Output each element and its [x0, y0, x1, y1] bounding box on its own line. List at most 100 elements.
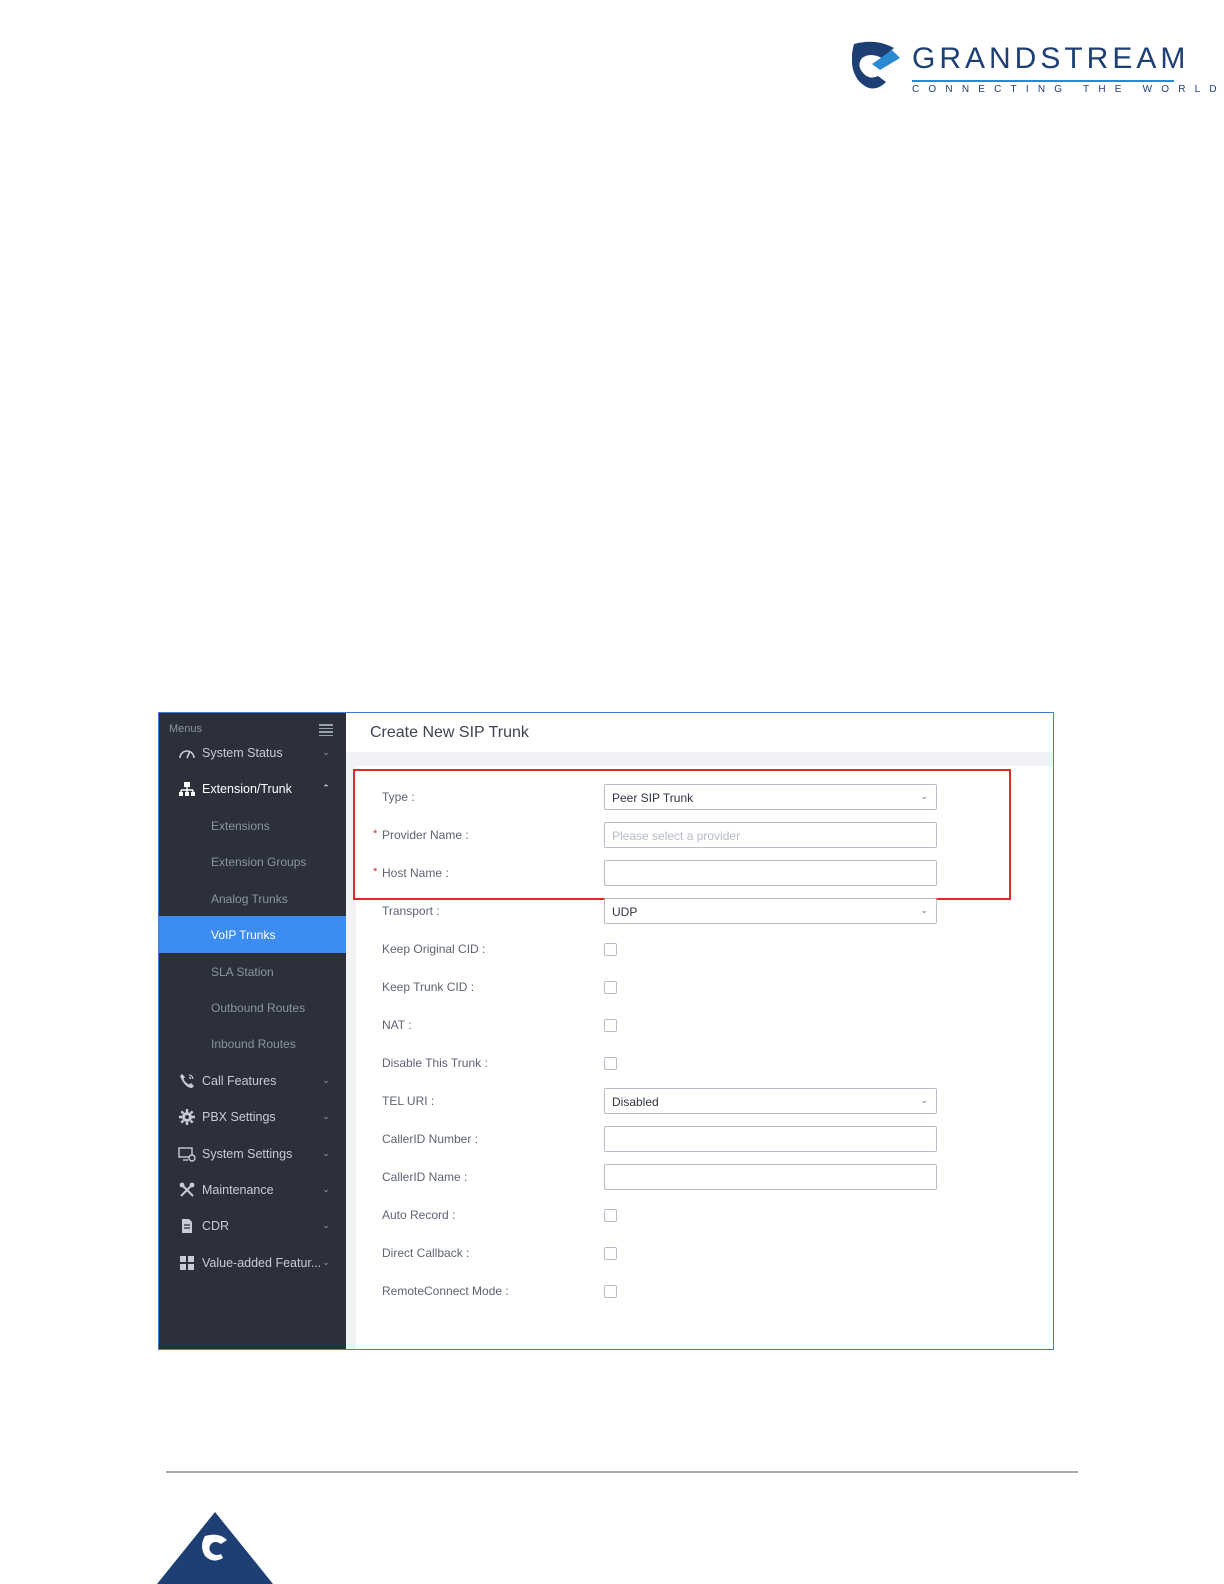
apps-icon — [178, 1254, 196, 1272]
sidebar-item-label: Maintenance — [202, 1182, 274, 1197]
sidebar-item-label: PBX Settings — [202, 1109, 276, 1124]
phone-icon — [178, 1072, 196, 1090]
callerid-name-label: CallerID Name : — [382, 1170, 468, 1184]
form-row-keep-original-cid: Keep Original CID : — [346, 934, 1053, 964]
sidebar-item-label: System Status — [202, 745, 283, 760]
tel-uri-value: Disabled — [612, 1095, 659, 1109]
direct-callback-checkbox[interactable] — [604, 1247, 617, 1260]
form-row-nat: NAT : — [346, 1010, 1053, 1040]
sidebar-item-call-features[interactable]: Call Features ⌄ — [159, 1062, 346, 1099]
sidebar-item-label: Call Features — [202, 1073, 277, 1088]
form-row-transport: Transport : UDP ⌄ — [346, 896, 1053, 926]
required-marker: * — [373, 828, 378, 840]
auto-record-label: Auto Record : — [382, 1208, 456, 1222]
sidebar-item-extension-trunk[interactable]: Extension/Trunk ⌃ — [159, 770, 346, 807]
sidebar-item-label: System Settings — [202, 1146, 293, 1161]
form-row-direct-callback: Direct Callback : — [346, 1238, 1053, 1268]
sidebar-item-system-status[interactable]: System Status ⌄ — [159, 734, 346, 771]
gear-icon — [178, 1108, 196, 1126]
sidebar-subitem-voip-trunks[interactable]: VoIP Trunks — [159, 916, 346, 953]
footer-logo-icon — [157, 1512, 273, 1584]
host-name-input[interactable] — [604, 860, 937, 886]
sidebar-item-value-added-features[interactable]: Value-added Featur... ⌄ — [159, 1244, 346, 1281]
screenshot-frame: Menus System Status ⌄ Extension/Trunk ⌃ … — [158, 712, 1054, 1350]
provider-name-label: Provider Name : — [382, 828, 469, 842]
sidebar-item-system-settings[interactable]: System Settings ⌄ — [159, 1135, 346, 1172]
tel-uri-label: TEL URI : — [382, 1094, 435, 1108]
type-select[interactable]: Peer SIP Trunk ⌄ — [604, 784, 937, 810]
keep-trunk-cid-label: Keep Trunk CID : — [382, 980, 475, 994]
sidebar-subitem-sla-station[interactable]: SLA Station — [159, 953, 346, 990]
system-settings-icon — [178, 1145, 196, 1163]
form-row-provider-name: * Provider Name : Please select a provid… — [346, 820, 1053, 850]
provider-name-select[interactable]: Please select a provider — [604, 822, 937, 848]
disable-trunk-label: Disable This Trunk : — [382, 1056, 488, 1070]
sidebar-item-label: CDR — [202, 1218, 230, 1233]
nat-label: NAT : — [382, 1018, 412, 1032]
title-divider — [346, 752, 1053, 766]
gauge-icon — [178, 744, 196, 762]
sidebar-subitem-analog-trunks[interactable]: Analog Trunks — [159, 880, 346, 917]
sidebar-item-pbx-settings[interactable]: PBX Settings ⌄ — [159, 1098, 346, 1135]
disable-trunk-checkbox[interactable] — [604, 1057, 617, 1070]
chevron-down-icon: ⌄ — [322, 1184, 330, 1194]
sidebar-subitem-extension-groups[interactable]: Extension Groups — [159, 843, 346, 880]
transport-select[interactable]: UDP ⌄ — [604, 898, 937, 924]
form-row-tel-uri: TEL URI : Disabled ⌄ — [346, 1086, 1053, 1116]
keep-original-cid-label: Keep Original CID : — [382, 942, 486, 956]
form-row-keep-trunk-cid: Keep Trunk CID : — [346, 972, 1053, 1002]
chevron-down-icon: ⌄ — [322, 1148, 330, 1158]
sidebar-item-label: Value-added Featur... — [202, 1255, 320, 1270]
sidebar-subitem-outbound-routes[interactable]: Outbound Routes — [159, 989, 346, 1026]
sidebar-item-label: Extension/Trunk — [202, 781, 292, 796]
required-marker: * — [373, 866, 378, 878]
keep-original-cid-checkbox[interactable] — [604, 943, 617, 956]
type-value: Peer SIP Trunk — [612, 791, 694, 805]
chevron-down-icon: ⌄ — [920, 905, 928, 915]
chevron-down-icon: ⌄ — [920, 1095, 928, 1105]
provider-name-placeholder: Please select a provider — [612, 829, 741, 843]
direct-callback-label: Direct Callback : — [382, 1246, 470, 1260]
document-icon — [178, 1217, 196, 1235]
remoteconnect-mode-label: RemoteConnect Mode : — [382, 1284, 509, 1298]
keep-trunk-cid-checkbox[interactable] — [604, 981, 617, 994]
chevron-up-icon: ⌃ — [322, 783, 330, 793]
auto-record-checkbox[interactable] — [604, 1209, 617, 1222]
form-row-callerid-number: CallerID Number : — [346, 1124, 1053, 1154]
form-row-host-name: * Host Name : — [346, 858, 1053, 888]
sidebar-item-cdr[interactable]: CDR ⌄ — [159, 1207, 346, 1244]
form-row-callerid-name: CallerID Name : — [346, 1162, 1053, 1192]
brand-name: GRANDSTREAM — [912, 42, 1190, 75]
host-name-label: Host Name : — [382, 866, 449, 880]
tools-icon — [178, 1181, 196, 1199]
grandstream-logo-mark-icon — [852, 41, 900, 89]
form-row-disable-trunk: Disable This Trunk : — [346, 1048, 1053, 1078]
grandstream-logo: GRANDSTREAM CONNECTING THE WORLD — [852, 40, 1217, 96]
footer-divider — [166, 1471, 1078, 1473]
brand-tagline: CONNECTING THE WORLD — [912, 84, 1224, 95]
callerid-name-input[interactable] — [604, 1164, 937, 1190]
network-icon — [178, 780, 196, 798]
chevron-down-icon: ⌄ — [920, 791, 928, 801]
chevron-down-icon: ⌄ — [322, 747, 330, 757]
form-row-auto-record: Auto Record : — [346, 1200, 1053, 1230]
tel-uri-select[interactable]: Disabled ⌄ — [604, 1088, 937, 1114]
sidebar: Menus System Status ⌄ Extension/Trunk ⌃ … — [159, 713, 346, 1349]
sidebar-item-maintenance[interactable]: Maintenance ⌄ — [159, 1171, 346, 1208]
nat-checkbox[interactable] — [604, 1019, 617, 1032]
transport-value: UDP — [612, 905, 638, 919]
form-row-type: Type : Peer SIP Trunk ⌄ — [346, 782, 1053, 812]
sidebar-subitem-extensions[interactable]: Extensions — [159, 807, 346, 844]
chevron-down-icon: ⌄ — [322, 1075, 330, 1085]
remoteconnect-mode-checkbox[interactable] — [604, 1285, 617, 1298]
sidebar-subitem-inbound-routes[interactable]: Inbound Routes — [159, 1025, 346, 1062]
chevron-down-icon: ⌄ — [322, 1257, 330, 1267]
brand-divider — [912, 80, 1174, 82]
form-row-remoteconnect-mode: RemoteConnect Mode : — [346, 1276, 1053, 1306]
callerid-number-label: CallerID Number : — [382, 1132, 479, 1146]
chevron-down-icon: ⌄ — [322, 1220, 330, 1230]
transport-label: Transport : — [382, 904, 440, 918]
chevron-down-icon: ⌄ — [322, 1111, 330, 1121]
callerid-number-input[interactable] — [604, 1126, 937, 1152]
page-title: Create New SIP Trunk — [370, 724, 529, 741]
